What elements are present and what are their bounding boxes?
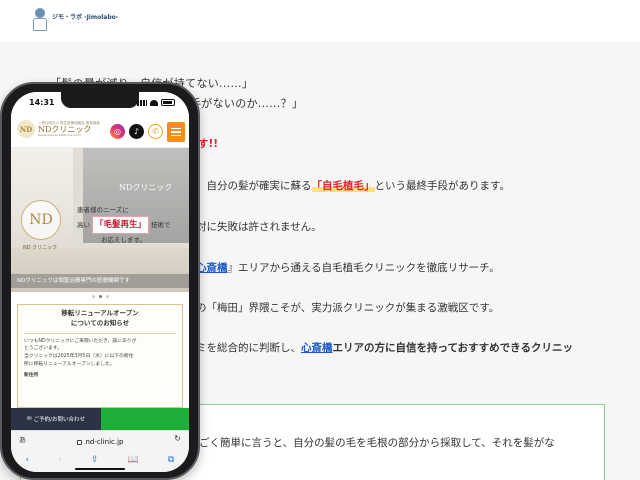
status-time: 14:31	[29, 98, 55, 107]
hero-nd-logo-icon: ND	[21, 200, 61, 240]
relocation-notice[interactable]: 移転リニューアルオープン についてのお知らせ いつもNDクリニックにご来院いただ…	[17, 304, 183, 408]
shinsaibashi-link[interactable]: 心斎橋	[196, 262, 228, 274]
clinic-name-en: Regenerative Medicine Clinic	[38, 132, 82, 137]
notice-body-line-3: 当クリニックは2025年3月5日（水）に以下の新住	[24, 354, 134, 360]
reserve-contact-button[interactable]: ✉ ご予約/お問い合わせ	[11, 408, 101, 430]
carousel-dots[interactable]	[11, 292, 189, 300]
hero-banner[interactable]: NDクリニック ND ND クリニック 患者様のニーズに 高い 「毛髪再生」 技…	[11, 148, 189, 292]
forward-icon[interactable]: ›	[58, 455, 62, 465]
paragraph-6: ごく簡単に言うと、自分の髪の毛を毛根の部分から採取して、それを髪がな	[199, 437, 555, 449]
hero-copy: 患者様のニーズに 高い 「毛髪再生」 技術で お応えします。	[77, 204, 183, 247]
lock-icon	[76, 439, 82, 445]
home-indicator	[75, 468, 125, 470]
notice-body-line-2: とうございます。	[24, 346, 62, 352]
instagram-icon[interactable]: ◎	[110, 124, 125, 139]
paragraph-3-suffix: 』エリアから通える自毛植毛クリニックを徹底リサーチ。	[227, 262, 500, 274]
paragraph-2: 対に失敗は許されません。	[196, 221, 322, 233]
reserve-contact-label: ご予約/お問い合わせ	[33, 417, 85, 423]
paragraph-1-suffix: という最終手段があります。	[374, 180, 510, 192]
carousel-dot-active[interactable]	[98, 294, 102, 298]
address-bar[interactable]: nd-clinic.jp	[17, 435, 183, 449]
line-contact-button[interactable]	[101, 408, 189, 430]
mail-icon: ✉	[27, 416, 32, 422]
cta-bar: ✉ ご予約/お問い合わせ	[11, 408, 189, 430]
hero-copy-line-2: 高い 「毛髪再生」 技術で	[77, 216, 183, 235]
emphasis-text: す!!	[198, 138, 219, 150]
tabs-icon[interactable]: ⧉	[168, 455, 174, 465]
doctor-mascot-icon	[32, 8, 48, 32]
nd-logo-icon: ND	[17, 120, 35, 138]
notice-body: いつもNDクリニックにご来院いただき、誠にありが とうございます。 当クリニック…	[24, 338, 176, 381]
browser-toolbar: あ nd-clinic.jp ↻ ‹ › ⇪ 📖 ⧉	[11, 430, 189, 472]
browser-nav-row: ‹ › ⇪ 📖 ⧉	[11, 453, 189, 467]
notice-body-line-1: いつもNDクリニックにご来院いただき、誠にありが	[24, 338, 137, 344]
shinsaibashi-link-2[interactable]: 心斎橋	[301, 342, 333, 354]
reload-icon[interactable]: ↻	[174, 434, 181, 443]
paragraph-1-prefix: 、自分の髪が確実に蘇る	[196, 180, 312, 192]
hero-copy-line-1: 患者様のニーズに	[77, 206, 129, 214]
phone-screen: 14:31 ND 一般社団法人 再生医療協議会 推奨施設 NDクリニック Reg…	[11, 92, 189, 472]
notice-title: 移転リニューアルオープン についてのお知らせ	[24, 309, 176, 329]
battery-icon	[161, 99, 175, 106]
paragraph-5-suffix: 自信を持っておすすめできるクリニッ	[395, 342, 573, 354]
phone-mockup: 14:31 ND 一般社団法人 再生医療協議会 推奨施設 NDクリニック Reg…	[0, 82, 200, 480]
paragraph-5-prefix: ミを総合的に判断し、	[196, 342, 301, 354]
wifi-icon	[150, 99, 158, 106]
hero-copy-line-2-post: 技術で	[151, 221, 171, 230]
carousel-dot[interactable]	[91, 294, 95, 298]
hero-strap: NDクリニックは頭髪治療専門の医療機関です	[11, 274, 189, 288]
notice-body-line-4: 所に移転リニューアルオープンしました。	[24, 362, 115, 368]
notice-title-line-2: についてのお知らせ	[70, 318, 130, 327]
site-logo-subtitle: ・・・・・・・	[68, 20, 96, 26]
site-logo[interactable]: ジモ・ラボ -Jimolabo- ・・・・・・・	[32, 8, 118, 32]
hero-copy-line-3: お応えします。	[101, 236, 146, 245]
bookmarks-icon[interactable]: 📖	[128, 455, 139, 465]
notice-body-line-5: 新住所	[24, 373, 39, 379]
notice-divider	[24, 332, 176, 334]
phone-notch	[61, 92, 139, 108]
status-bar: 14:31	[11, 92, 189, 114]
hero-copy-emphasis: 「毛髪再生」	[92, 216, 150, 235]
share-icon[interactable]: ⇪	[91, 455, 99, 465]
carousel-dot[interactable]	[105, 294, 109, 298]
clinic-logo[interactable]: ND 一般社団法人 再生医療協議会 推奨施設 NDクリニック Regenerat…	[17, 120, 100, 138]
back-icon[interactable]: ‹	[26, 455, 30, 465]
paragraph-4: の「梅田」界隈こそが、実力派クリニックが集まる激戦区です。	[196, 302, 500, 314]
hamburger-menu-button[interactable]	[167, 122, 185, 142]
paragraph-3: 心斎橋』エリアから通える自毛植毛クリニックを徹底リサーチ。	[196, 260, 500, 275]
url-text: nd-clinic.jp	[85, 438, 124, 446]
paragraph-5: ミを総合的に判断し、心斎橋エリアの方に自信を持っておすすめできるクリニッ	[196, 340, 573, 355]
clinic-header: ND 一般社団法人 再生医療協議会 推奨施設 NDクリニック Regenerat…	[11, 114, 189, 148]
phone-call-icon[interactable]: ✆	[148, 124, 163, 139]
notice-title-line-1: 移転リニューアルオープン	[61, 309, 139, 317]
paragraph-5-bold: エリアの方に	[332, 342, 396, 354]
signal-icon	[137, 99, 147, 106]
hero-logo-label: ND クリニック	[23, 245, 58, 251]
site-header: ジモ・ラボ -Jimolabo- ・・・・・・・	[0, 0, 640, 42]
highlight-jimo-shokumo: 「自毛植毛」	[311, 180, 375, 192]
quote-line-2: 手がないのか......？」	[190, 97, 304, 110]
tiktok-icon[interactable]: ♪	[129, 124, 144, 139]
hero-copy-line-2-pre: 高い	[77, 221, 90, 230]
paragraph-1: 、自分の髪が確実に蘇る「自毛植毛」という最終手段があります。	[196, 178, 510, 193]
